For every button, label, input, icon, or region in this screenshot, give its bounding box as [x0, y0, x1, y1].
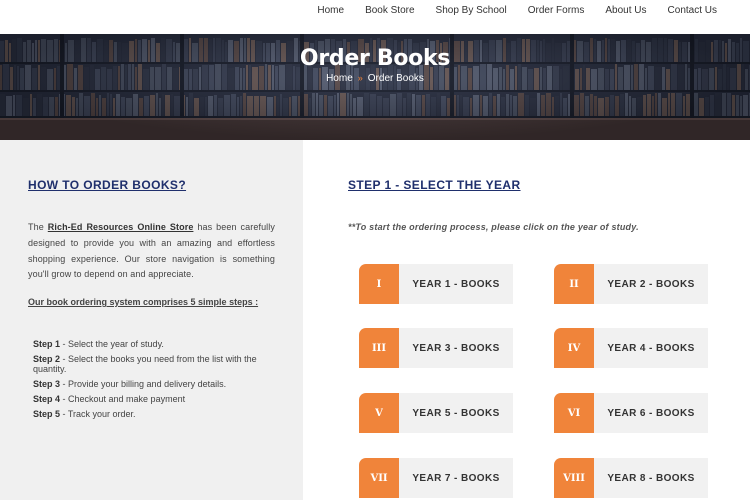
store-name: Rich-Ed Resources Online Store — [47, 222, 194, 232]
year-1-books-button[interactable]: I YEAR 1 - BOOKS — [359, 264, 513, 304]
year-button-label: YEAR 1 - BOOKS — [399, 264, 513, 304]
year-5-books-button[interactable]: V YEAR 5 - BOOKS — [359, 393, 513, 433]
year-6-books-button[interactable]: VI YEAR 6 - BOOKS — [554, 393, 708, 433]
step-text: - Select the books you need from the lis… — [33, 354, 257, 374]
step-text: - Provide your billing and delivery deta… — [60, 379, 227, 389]
step-label: Step 5 — [33, 409, 61, 419]
roman-numeral-badge: III — [359, 328, 399, 368]
year-2-books-button[interactable]: II YEAR 2 - BOOKS — [554, 264, 708, 304]
step-label: Step 2 — [33, 354, 61, 364]
breadcrumb-current: Order Books — [367, 73, 424, 84]
step-label: Step 1 — [33, 339, 61, 349]
select-year-heading: STEP 1 - SELECT THE YEAR — [348, 178, 521, 192]
step-item: Step 1 - Select the year of study. — [33, 339, 273, 349]
step-item: Step 3 - Provide your billing and delive… — [33, 379, 273, 389]
year-button-label: YEAR 7 - BOOKS — [399, 458, 513, 498]
step-item: Step 4 - Checkout and make payment — [33, 394, 273, 404]
breadcrumb-separator-icon: » — [357, 73, 363, 83]
year-button-label: YEAR 2 - BOOKS — [594, 264, 708, 304]
step-text: - Select the year of study. — [60, 339, 164, 349]
roman-numeral-badge: VI — [554, 393, 594, 433]
breadcrumb: Home » Order Books — [0, 73, 750, 84]
year-button-label: YEAR 5 - BOOKS — [399, 393, 513, 433]
year-4-books-button[interactable]: IV YEAR 4 - BOOKS — [554, 328, 708, 368]
roman-numeral-badge: VII — [359, 458, 399, 498]
step-text: - Checkout and make payment — [60, 394, 186, 404]
year-button-label: YEAR 3 - BOOKS — [399, 328, 513, 368]
nav-item-contact-us[interactable]: Contact Us — [668, 4, 717, 18]
ordering-instruction: **To start the ordering process, please … — [348, 222, 639, 232]
roman-numeral-badge: IV — [554, 328, 594, 368]
year-button-label: YEAR 4 - BOOKS — [594, 328, 708, 368]
nav-item-shop-by-school[interactable]: Shop By School — [436, 4, 507, 18]
nav-item-about-us[interactable]: About Us — [605, 4, 646, 18]
roman-numeral-badge: VIII — [554, 458, 594, 498]
roman-numeral-badge: V — [359, 393, 399, 433]
nav-menu: Home Book Store Shop By School Order For… — [317, 4, 750, 18]
page-title: Order Books — [299, 46, 451, 71]
ordering-system-line: Our book ordering system comprises 5 sim… — [28, 297, 259, 307]
year-7-books-button[interactable]: VII YEAR 7 - BOOKS — [359, 458, 513, 498]
step-item: Step 2 - Select the books you need from … — [33, 354, 273, 374]
nav-item-order-forms[interactable]: Order Forms — [528, 4, 585, 18]
step-text: - Track your order. — [60, 409, 136, 419]
top-navigation: Home Book Store Shop By School Order For… — [0, 0, 750, 34]
year-button-label: YEAR 6 - BOOKS — [594, 393, 708, 433]
intro-paragraph: The Rich-Ed Resources Online Store has b… — [28, 220, 275, 283]
step-label: Step 4 — [33, 394, 61, 404]
intro-prefix: The — [28, 222, 48, 232]
hero-banner: Order Books Home » Order Books — [0, 34, 750, 140]
year-button-label: YEAR 8 - BOOKS — [594, 458, 708, 498]
step-item: Step 5 - Track your order. — [33, 409, 273, 419]
steps-list: Step 1 - Select the year of study. Step … — [33, 339, 273, 424]
step-label: Step 3 — [33, 379, 61, 389]
how-to-order-panel: HOW TO ORDER BOOKS? The Rich-Ed Resource… — [0, 140, 303, 500]
year-8-books-button[interactable]: VIII YEAR 8 - BOOKS — [554, 458, 708, 498]
roman-numeral-badge: I — [359, 264, 399, 304]
year-3-books-button[interactable]: III YEAR 3 - BOOKS — [359, 328, 513, 368]
roman-numeral-badge: II — [554, 264, 594, 304]
breadcrumb-home-link[interactable]: Home — [326, 73, 353, 84]
nav-item-home[interactable]: Home — [317, 4, 344, 18]
how-to-order-heading: HOW TO ORDER BOOKS? — [28, 178, 187, 192]
nav-item-book-store[interactable]: Book Store — [365, 4, 414, 18]
